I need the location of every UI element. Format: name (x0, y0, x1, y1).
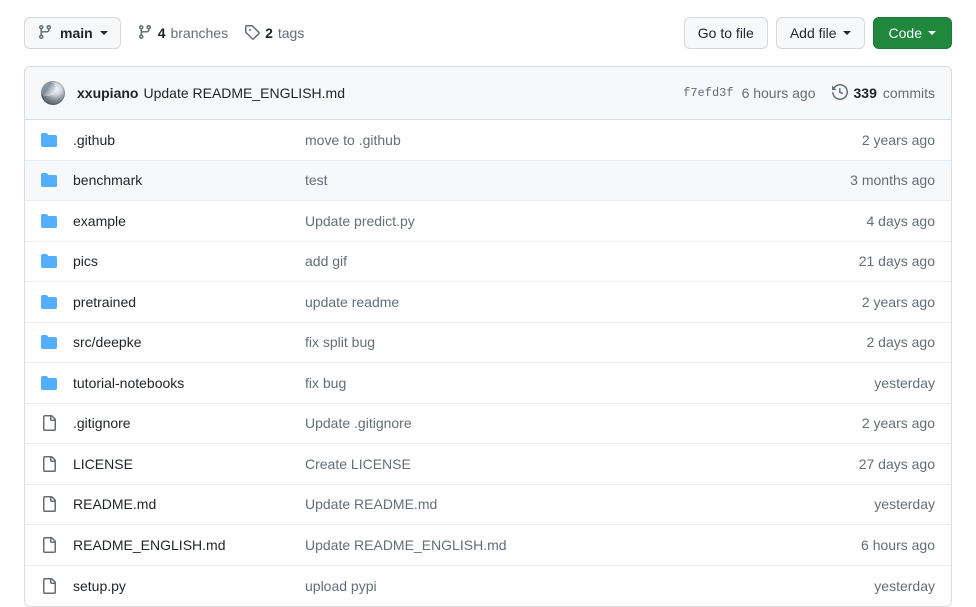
table-row[interactable]: README.md Update README.md yesterday (25, 484, 951, 525)
commit-author-link[interactable]: xxupiano (77, 85, 138, 101)
row-relative-time: 6 hours ago (861, 536, 935, 553)
row-commit-message[interactable]: fix bug (305, 375, 775, 391)
directory-name-link[interactable]: benchmark (57, 172, 305, 188)
code-button[interactable]: Code (872, 17, 952, 49)
directory-name-link[interactable]: tutorial-notebooks (57, 375, 305, 391)
latest-commit-header: xxupiano Update README_ENGLISH.md f7efd3… (25, 67, 951, 120)
table-row[interactable]: benchmark test 3 months ago (25, 160, 951, 201)
directory-name-link[interactable]: .github (57, 132, 305, 148)
row-relative-time: 3 months ago (850, 172, 935, 189)
branches-count-link[interactable]: 4 branches (137, 24, 228, 43)
git-branch-icon (37, 24, 53, 43)
commit-relative-time: 6 hours ago (741, 85, 816, 101)
directory-name-link[interactable]: example (57, 213, 305, 229)
commits-count: 339 (853, 85, 877, 101)
file-name-link[interactable]: README_ENGLISH.md (57, 537, 305, 553)
add-file-button[interactable]: Add file (775, 17, 865, 49)
row-commit-message[interactable]: update readme (305, 294, 775, 310)
branch-name-label: main (60, 25, 93, 41)
row-commit-message[interactable]: Update .gitignore (305, 415, 775, 431)
file-listing-container: xxupiano Update README_ENGLISH.md f7efd3… (24, 66, 952, 607)
tag-icon (244, 24, 260, 43)
folder-icon (41, 132, 57, 148)
chevron-down-icon (99, 31, 108, 35)
row-relative-time: 21 days ago (858, 253, 935, 270)
file-icon (41, 577, 57, 594)
table-row[interactable]: .github move to .github 2 years ago (25, 120, 951, 161)
commit-meta-group: f7efd3f 6 hours ago 339 commits (683, 83, 935, 103)
row-relative-time: 27 days ago (858, 455, 935, 472)
table-row[interactable]: pretrained update readme 2 years ago (25, 282, 951, 323)
chevron-down-icon (842, 31, 851, 35)
file-icon (41, 415, 57, 432)
commit-sha-link[interactable]: f7efd3f (683, 86, 733, 100)
branches-label: branches (170, 25, 229, 41)
file-name-link[interactable]: README.md (57, 496, 305, 512)
folder-icon (41, 375, 57, 391)
history-icon (831, 83, 848, 103)
row-relative-time: yesterday (874, 374, 935, 391)
table-row[interactable]: .gitignore Update .gitignore 2 years ago (25, 403, 951, 444)
avatar[interactable] (41, 81, 65, 105)
row-relative-time: 2 years ago (861, 293, 935, 310)
chevron-down-icon (928, 31, 936, 35)
file-name-link[interactable]: LICENSE (57, 456, 305, 472)
table-row[interactable]: README_ENGLISH.md Update README_ENGLISH.m… (25, 525, 951, 566)
directory-name-link[interactable]: pics (57, 253, 305, 269)
table-row[interactable]: setup.py upload pypi yesterday (25, 565, 951, 606)
table-row[interactable]: example Update predict.py 4 days ago (25, 201, 951, 242)
folder-icon (41, 294, 57, 310)
tags-count-link[interactable]: 2 tags (244, 24, 304, 43)
table-row[interactable]: tutorial-notebooks fix bug yesterday (25, 363, 951, 404)
commits-count-link[interactable]: 339 commits (831, 83, 935, 103)
commits-label: commits (882, 85, 935, 101)
file-icon (41, 496, 57, 513)
row-commit-message[interactable]: Update predict.py (305, 213, 775, 229)
row-commit-message[interactable]: Update README.md (305, 496, 775, 512)
row-commit-message[interactable]: move to .github (305, 132, 775, 148)
add-file-label: Add file (789, 25, 837, 41)
folder-icon (41, 172, 57, 188)
row-relative-time: 2 days ago (866, 334, 936, 351)
row-commit-message[interactable]: upload pypi (305, 578, 775, 594)
file-name-link[interactable]: setup.py (57, 578, 305, 594)
row-relative-time: 4 days ago (866, 212, 936, 229)
table-row[interactable]: LICENSE Create LICENSE 27 days ago (25, 444, 951, 485)
go-to-file-button[interactable]: Go to file (683, 17, 768, 49)
commit-message-link[interactable]: Update README_ENGLISH.md (143, 85, 345, 101)
row-commit-message[interactable]: fix split bug (305, 334, 775, 350)
folder-icon (41, 334, 57, 350)
branch-selector-button[interactable]: main (24, 17, 121, 49)
row-commit-message[interactable]: add gif (305, 253, 775, 269)
row-relative-time: yesterday (874, 496, 935, 513)
folder-icon (41, 213, 57, 229)
toolbar-left-group: main 4 branches 2 tags (24, 17, 304, 49)
go-to-file-label: Go to file (697, 25, 754, 41)
file-rows: .github move to .github 2 years ago benchma… (25, 120, 951, 606)
file-icon (41, 455, 57, 472)
git-branch-icon (137, 24, 153, 43)
row-commit-message[interactable]: test (305, 172, 775, 188)
row-relative-time: yesterday (874, 577, 935, 594)
directory-name-link[interactable]: src/deepke (57, 334, 305, 350)
file-icon (41, 536, 57, 553)
table-row[interactable]: src/deepke fix split bug 2 days ago (25, 322, 951, 363)
row-relative-time: 2 years ago (861, 415, 935, 432)
table-row[interactable]: pics add gif 21 days ago (25, 241, 951, 282)
row-commit-message[interactable]: Create LICENSE (305, 456, 775, 472)
branches-count: 4 (157, 25, 166, 41)
file-name-link[interactable]: .gitignore (57, 415, 305, 431)
row-commit-message[interactable]: Update README_ENGLISH.md (305, 537, 775, 553)
folder-icon (41, 253, 57, 269)
repo-toolbar: main 4 branches 2 tags Go to file Add fi… (0, 0, 976, 66)
code-label: Code (888, 25, 922, 41)
directory-name-link[interactable]: pretrained (57, 294, 305, 310)
tags-count: 2 (265, 25, 273, 41)
toolbar-right-group: Go to file Add file Code (683, 17, 952, 49)
tags-label: tags (277, 25, 305, 41)
row-relative-time: 2 years ago (861, 131, 935, 148)
